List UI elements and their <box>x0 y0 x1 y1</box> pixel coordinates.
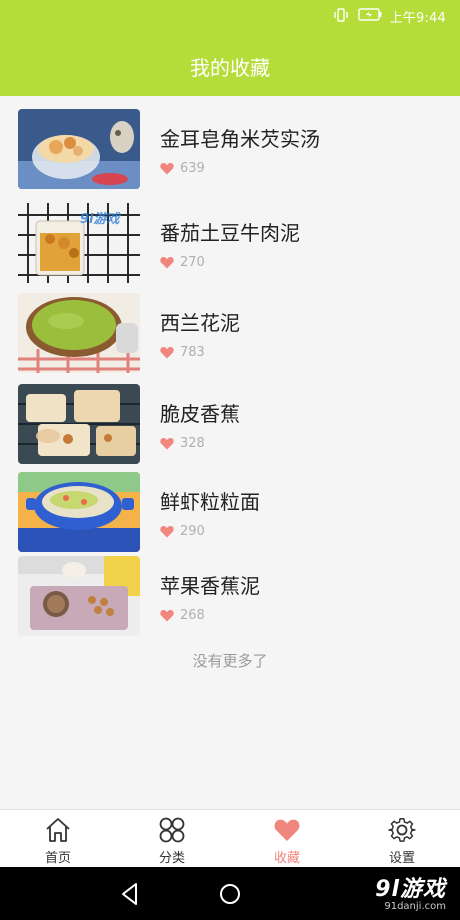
recipe-title: 苹果香蕉泥 <box>160 574 260 598</box>
like-count-value: 639 <box>180 161 205 176</box>
home-icon <box>46 818 70 842</box>
recipe-thumbnail <box>18 472 140 552</box>
heart-icon <box>160 346 174 359</box>
svg-text:9l游戏: 9l游戏 <box>80 211 122 227</box>
battery-icon <box>357 8 382 25</box>
gear-icon <box>388 818 416 842</box>
tab-settings[interactable]: 设置 <box>362 816 442 868</box>
heart-icon <box>160 525 174 538</box>
like-count-value: 290 <box>180 524 205 539</box>
list-item[interactable]: 金耳皂角米芡实汤 639 <box>0 109 460 195</box>
back-icon[interactable] <box>116 880 144 908</box>
recipe-thumbnail <box>18 384 140 464</box>
recipe-thumbnail <box>18 293 140 373</box>
recipe-thumbnail <box>18 556 140 636</box>
like-count: 290 <box>160 524 205 539</box>
recipe-title: 金耳皂角米芡实汤 <box>160 127 320 151</box>
like-count-value: 268 <box>180 608 205 623</box>
like-count: 783 <box>160 345 205 360</box>
like-count-value: 328 <box>180 436 205 451</box>
like-count-value: 783 <box>180 345 205 360</box>
like-count: 328 <box>160 436 205 451</box>
tab-category-label: 分类 <box>158 851 185 866</box>
list-item[interactable]: 鲜虾粒粒面 290 <box>0 472 460 558</box>
heart-icon <box>160 609 174 622</box>
recipe-title: 脆皮香蕉 <box>160 402 240 426</box>
list-item[interactable]: 9l游戏 番茄土豆牛肉泥 270 <box>0 203 460 289</box>
heart-icon <box>274 819 300 841</box>
tab-home-label: 首页 <box>44 851 71 866</box>
status-icons: 上午9:44 <box>332 7 446 26</box>
like-count: 268 <box>160 608 205 623</box>
page-title: 我的收藏 <box>190 56 270 80</box>
tab-category[interactable]: 分类 <box>132 816 212 868</box>
tab-home[interactable]: 首页 <box>18 816 98 868</box>
status-bar: 上午9:44 <box>0 0 460 32</box>
list-item[interactable]: 脆皮香蕉 328 <box>0 384 460 470</box>
like-count: 639 <box>160 161 205 176</box>
system-navigation-bar: 9l游戏 91danji.com <box>0 867 460 920</box>
home-button-icon[interactable] <box>216 880 244 908</box>
recipe-thumbnail <box>18 109 140 189</box>
watermark-url: 91danji.com <box>384 901 446 912</box>
tab-settings-label: 设置 <box>388 851 415 866</box>
list-item[interactable]: 西兰花泥 783 <box>0 293 460 379</box>
recipe-thumbnail: 9l游戏 <box>18 203 140 283</box>
like-count: 270 <box>160 255 205 270</box>
app-header: 上午9:44 我的收藏 <box>0 0 460 96</box>
recipe-title: 鲜虾粒粒面 <box>160 490 260 514</box>
vibrate-icon <box>332 7 350 26</box>
bottom-tab-bar: 首页 分类 收藏 设置 <box>0 809 460 867</box>
like-count-value: 270 <box>180 255 205 270</box>
category-icon <box>159 817 185 843</box>
list-item[interactable]: 苹果香蕉泥 268 <box>0 556 460 642</box>
tab-favorites[interactable]: 收藏 <box>247 816 327 868</box>
end-of-list-text: 没有更多了 <box>192 652 268 670</box>
recipe-title: 番茄土豆牛肉泥 <box>160 221 300 245</box>
status-time: 上午9:44 <box>389 11 446 26</box>
recipe-title: 西兰花泥 <box>160 311 240 335</box>
tab-favorites-label: 收藏 <box>273 851 300 866</box>
watermark-logo: 9l游戏 <box>375 877 446 902</box>
site-watermark: 9l游戏 91danji.com <box>375 871 446 912</box>
heart-icon <box>160 256 174 269</box>
heart-icon <box>160 437 174 450</box>
heart-icon <box>160 162 174 175</box>
